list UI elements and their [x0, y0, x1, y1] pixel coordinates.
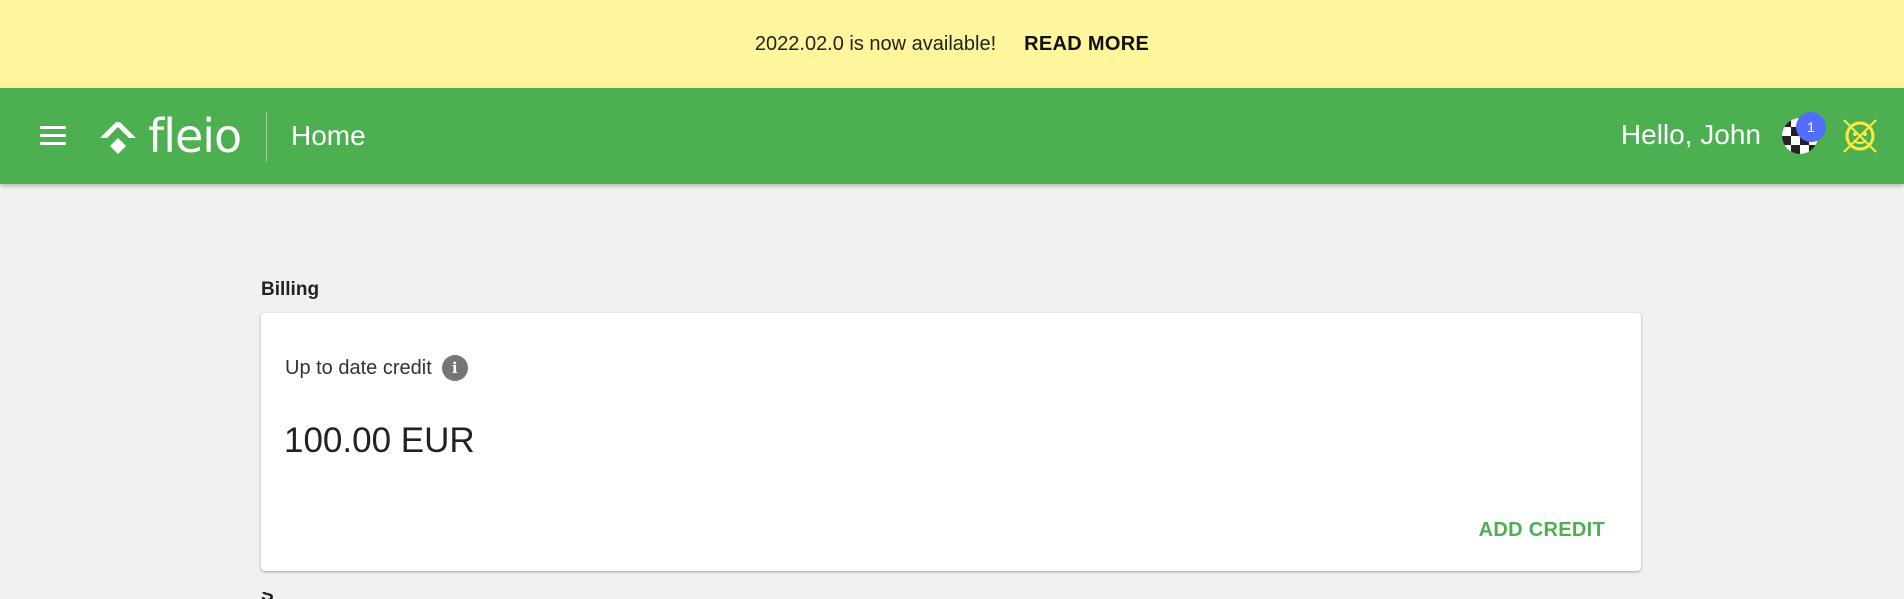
notification-badge[interactable]: 1: [1796, 112, 1826, 142]
menu-icon[interactable]: [38, 122, 68, 150]
fleio-logo-icon: [100, 122, 136, 154]
announcement-message: 2022.02.0 is now available!: [754, 32, 997, 55]
credit-value: 100.00 EUR: [284, 421, 475, 460]
fleio-logo[interactable]: fleio: [96, 109, 242, 163]
top-app-bar: fleio Home Hello, John 1: [0, 88, 1904, 184]
info-icon[interactable]: i: [441, 355, 468, 381]
credit-label: Up to date credit: [285, 356, 432, 379]
user-greeting: Hello, John: [1620, 119, 1761, 150]
page-title: Home: [291, 120, 366, 151]
billing-section-title: Billing: [261, 279, 320, 300]
credit-label-row: Up to date credit i: [285, 355, 468, 381]
add-credit-button[interactable]: ADD CREDIT: [1479, 519, 1605, 542]
header-divider: [266, 112, 267, 162]
next-section-title-partial: S: [261, 592, 273, 599]
secondary-avatar-icon[interactable]: [1840, 116, 1880, 156]
announcement-banner: 2022.02.0 is now available! READ MORE: [0, 0, 1904, 88]
logo-text: fleio: [148, 109, 242, 163]
billing-card: Up to date credit i 100.00 EUR ADD CREDI…: [261, 313, 1641, 571]
read-more-link[interactable]: READ MORE: [1024, 33, 1149, 56]
